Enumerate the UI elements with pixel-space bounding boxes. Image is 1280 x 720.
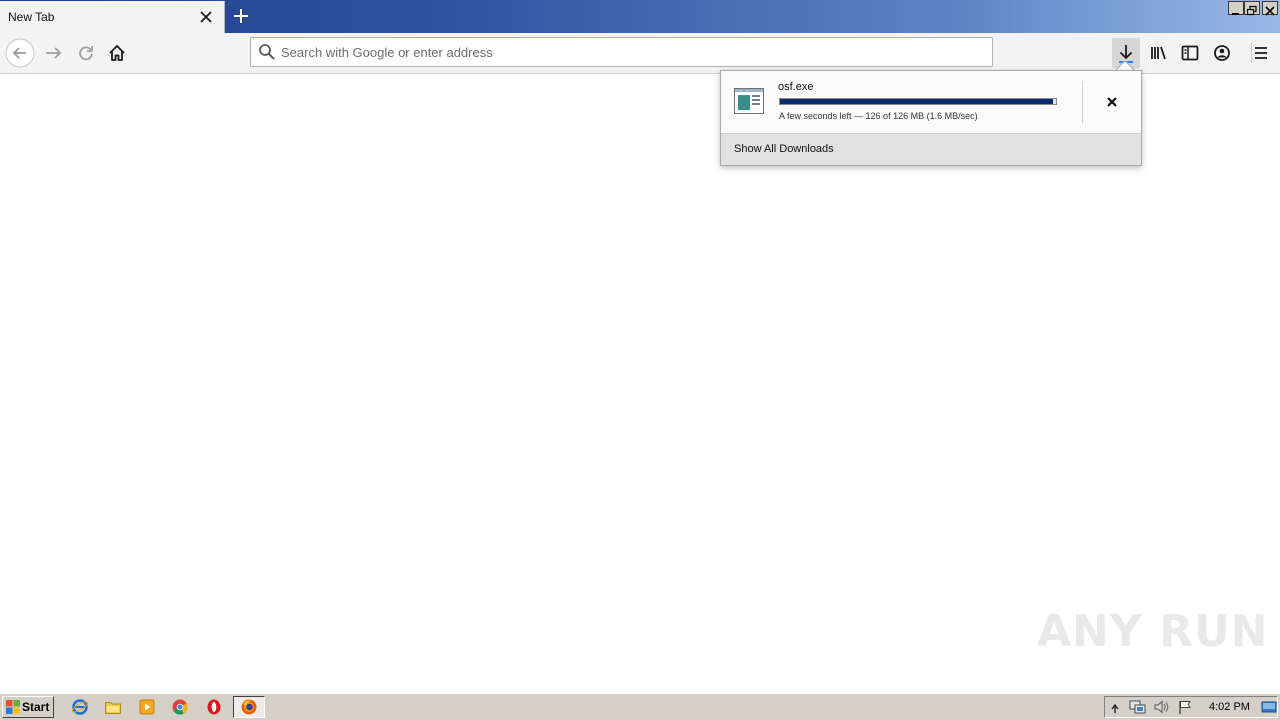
media-player-icon[interactable] — [138, 698, 156, 716]
volume-icon[interactable] — [1153, 699, 1171, 719]
system-tray: 4:02 PM — [1104, 696, 1278, 718]
taskbar: Start 4:02 PM — [0, 693, 1280, 720]
download-progress-fill — [780, 99, 1054, 104]
menu-icon[interactable] — [1246, 38, 1276, 68]
opera-icon[interactable] — [205, 698, 223, 716]
tab-close-icon[interactable] — [196, 7, 216, 27]
address-bar[interactable] — [250, 37, 993, 67]
back-button[interactable] — [5, 38, 35, 68]
home-button[interactable] — [102, 38, 132, 68]
action-center-flag-icon[interactable] — [1177, 699, 1195, 719]
watermark-text: ANY RUN — [1037, 606, 1269, 657]
minimize-button[interactable] — [1228, 1, 1244, 15]
network-icon[interactable] — [1129, 699, 1147, 719]
download-item[interactable]: osf.exe A few seconds left — 126 of 126 … — [721, 71, 1141, 133]
firefox-icon — [240, 698, 258, 720]
download-file-name: osf.exe — [778, 81, 814, 93]
account-icon[interactable] — [1207, 38, 1237, 68]
url-input[interactable] — [281, 42, 981, 62]
start-button[interactable]: Start — [2, 696, 54, 718]
file-explorer-icon[interactable] — [104, 698, 122, 716]
reload-button[interactable] — [71, 38, 101, 68]
cancel-download-icon[interactable] — [1101, 91, 1123, 113]
show-all-downloads-button[interactable]: Show All Downloads — [721, 133, 1141, 165]
chrome-icon[interactable] — [171, 698, 189, 716]
internet-explorer-icon[interactable] — [71, 698, 89, 716]
firefox-taskbar-button[interactable] — [233, 696, 265, 718]
tab-new-tab[interactable]: New Tab — [0, 1, 225, 33]
download-item-divider — [1082, 81, 1083, 123]
taskbar-clock[interactable]: 4:02 PM — [1209, 701, 1250, 713]
close-window-button[interactable] — [1262, 1, 1278, 16]
downloads-panel: osf.exe A few seconds left — 126 of 126 … — [720, 70, 1142, 166]
executable-file-icon — [733, 86, 765, 116]
sidebar-icon[interactable] — [1175, 38, 1205, 68]
title-bar: New Tab — [0, 0, 1280, 33]
search-icon — [258, 43, 276, 65]
windows-logo-icon — [5, 699, 21, 719]
forward-button[interactable] — [39, 38, 69, 68]
download-progress-bar — [779, 98, 1057, 105]
new-tab-button[interactable] — [229, 4, 253, 28]
library-button[interactable] — [1144, 38, 1174, 68]
tab-title: New Tab — [8, 10, 55, 24]
start-label: Start — [22, 700, 50, 714]
navigation-toolbar — [0, 33, 1280, 74]
show-desktop-icon[interactable] — [1261, 699, 1277, 719]
download-status: A few seconds left — 126 of 126 MB (1.6 … — [779, 111, 978, 121]
show-all-downloads-label: Show All Downloads — [734, 143, 834, 155]
anyrun-watermark: ANY RUN — [1037, 606, 1269, 657]
restore-button[interactable] — [1244, 1, 1260, 16]
show-hidden-icons-icon[interactable] — [1110, 700, 1120, 719]
